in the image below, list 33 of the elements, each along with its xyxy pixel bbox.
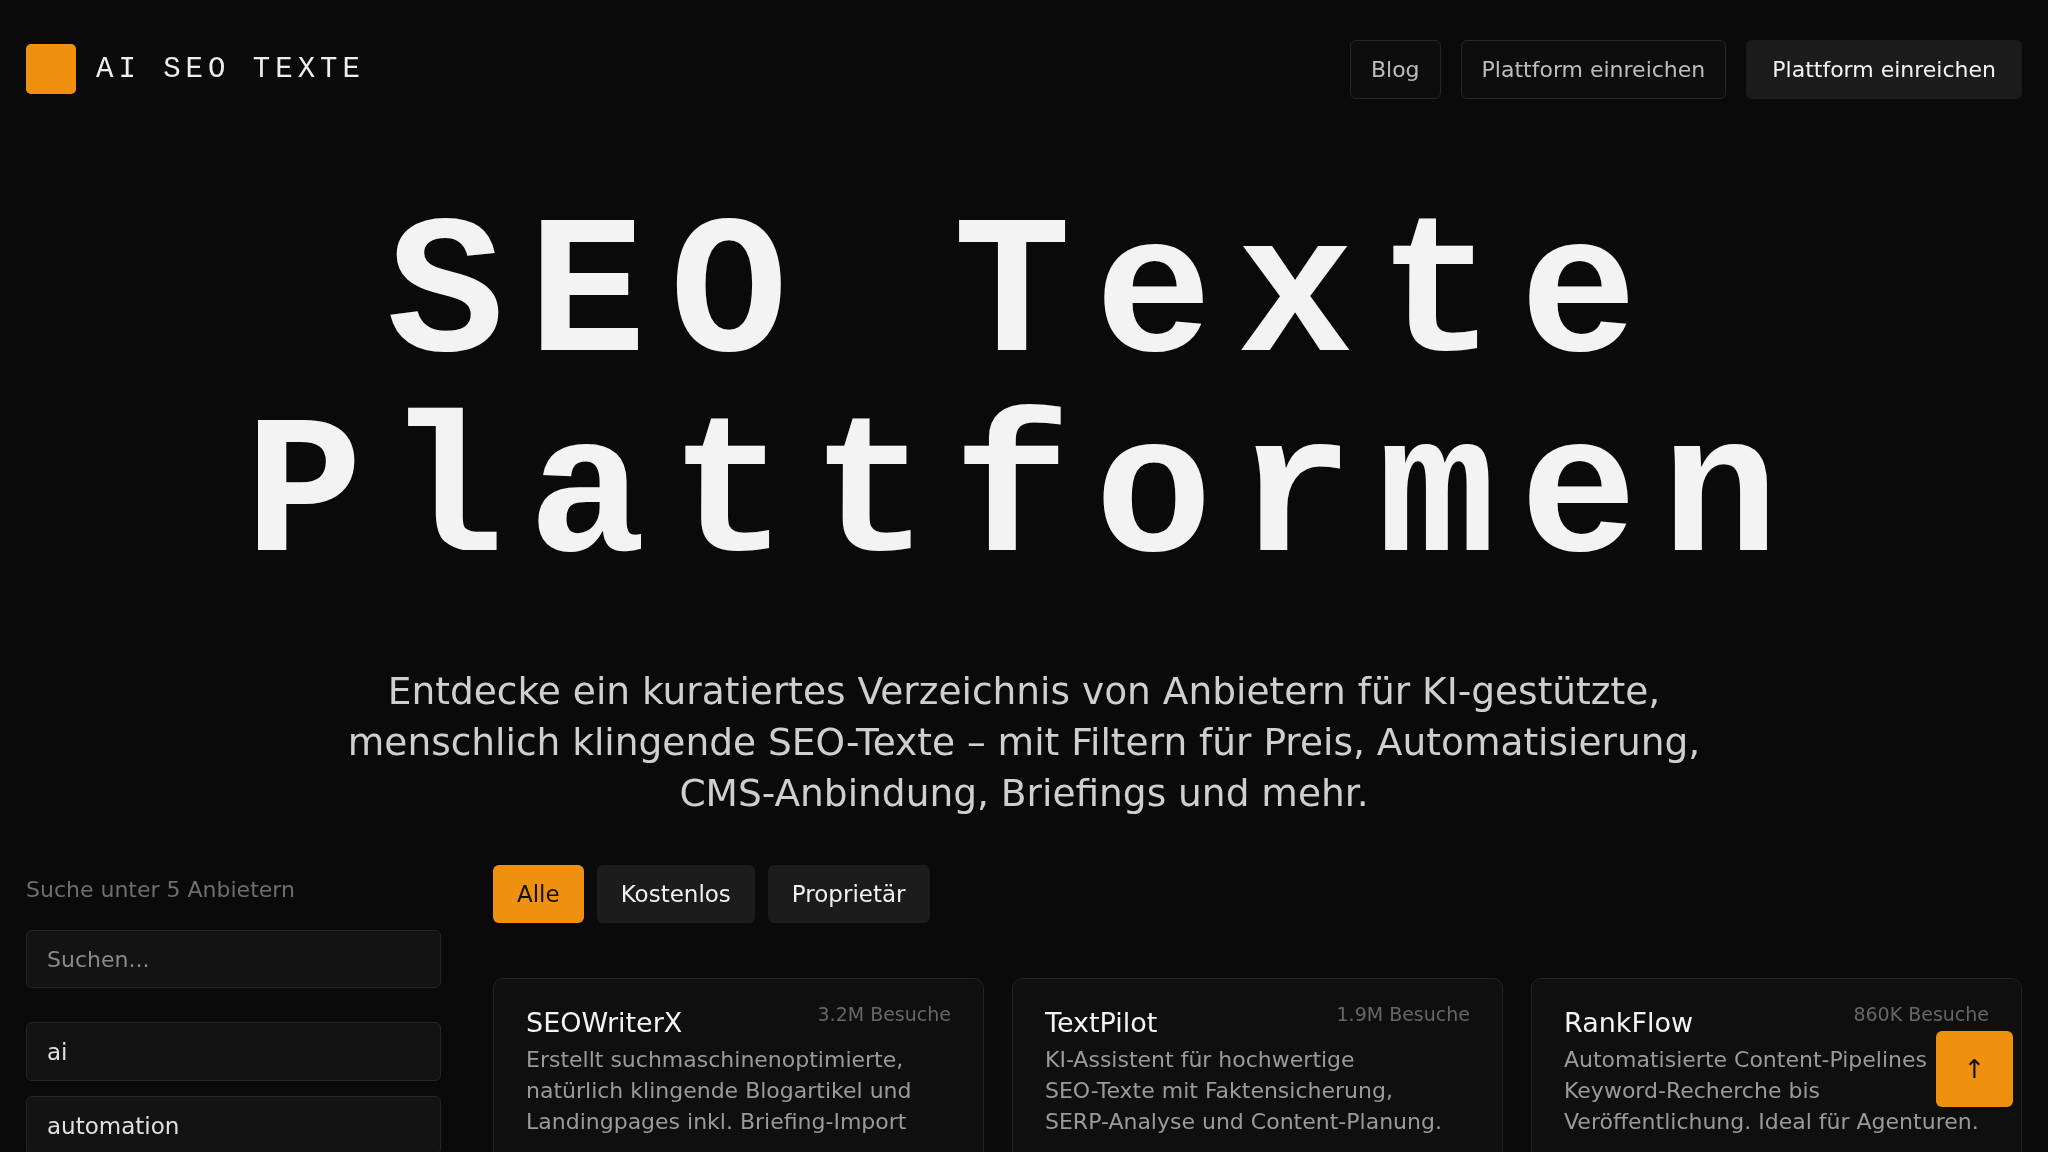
blog-link[interactable]: Blog <box>1349 39 1441 99</box>
logo-square-icon <box>26 44 76 94</box>
submit-platform-button[interactable]: Plattform einreichen <box>1460 39 1727 99</box>
hero-subtitle: Entdecke ein kuratiertes Verzeichnis von Anbietern für KI-gestützte, menschlich klingende SEO-Texte – mit Filtern für Preis, Automatisierung, CMS-Anbindung, Briefings und mehr. <box>346 668 1702 817</box>
filter-tab[interactable]: Alle <box>493 865 584 923</box>
filter-tab[interactable]: Kostenlos <box>596 865 755 923</box>
provider-description: SEO-Texte mit Faktensicherung, <box>1045 1077 1393 1105</box>
visit-count: 3.2M Besuche <box>817 1003 951 1025</box>
site-logo-text[interactable]: AI SEO TEXTE <box>96 52 365 86</box>
search-field[interactable]: Suchen... <box>26 930 441 988</box>
hero-title: SEO Texte <box>386 198 1662 398</box>
submit-platform-button[interactable]: Plattform einreichen <box>1746 39 2022 99</box>
provider-card[interactable]: SEOWriterX 3.2M Besuche Erstellt suchmaschinenoptimierte, natürlich klingende Blogartikel und Landingpages inkl. Briefing-Import <box>493 978 984 1152</box>
scroll-to-top-button[interactable]: ↑ <box>1936 1031 2013 1107</box>
provider-description: Keyword-Recherche bis <box>1564 1077 1820 1105</box>
provider-description: Landingpages inkl. Briefing-Import <box>526 1108 907 1136</box>
tag-filter[interactable]: ai <box>26 1022 441 1081</box>
provider-description: Veröffentlichung. Ideal für Agenturen. <box>1564 1108 1979 1136</box>
filter-tab[interactable]: Proprietär <box>767 865 930 923</box>
provider-description: Automatisierte Content-Pipelines <box>1564 1046 1928 1074</box>
search-count-label: Suche unter 5 Anbietern <box>26 877 296 904</box>
hero-title: Plattformen <box>245 398 1803 598</box>
provider-card[interactable]: TextPilot 1.9M Besuche KI-Assistent für hochwertige SEO-Texte mit Faktensicherung, SERP-Analyse und Content-Planung. <box>1012 978 1503 1152</box>
visit-count: 860K Besuche <box>1853 1003 1989 1025</box>
tag-filter[interactable]: automation <box>26 1096 441 1152</box>
provider-description: SERP-Analyse und Content-Planung. <box>1045 1108 1442 1136</box>
provider-description: Erstellt suchmaschinenoptimierte, <box>526 1046 904 1074</box>
provider-name: RankFlow <box>1564 1007 1694 1038</box>
provider-name: SEOWriterX <box>526 1007 683 1038</box>
provider-description: KI-Assistent für hochwertige <box>1045 1046 1355 1074</box>
visit-count: 1.9M Besuche <box>1336 1003 1470 1025</box>
provider-name: TextPilot <box>1045 1007 1158 1038</box>
provider-description: natürlich klingende Blogartikel und <box>526 1077 912 1105</box>
